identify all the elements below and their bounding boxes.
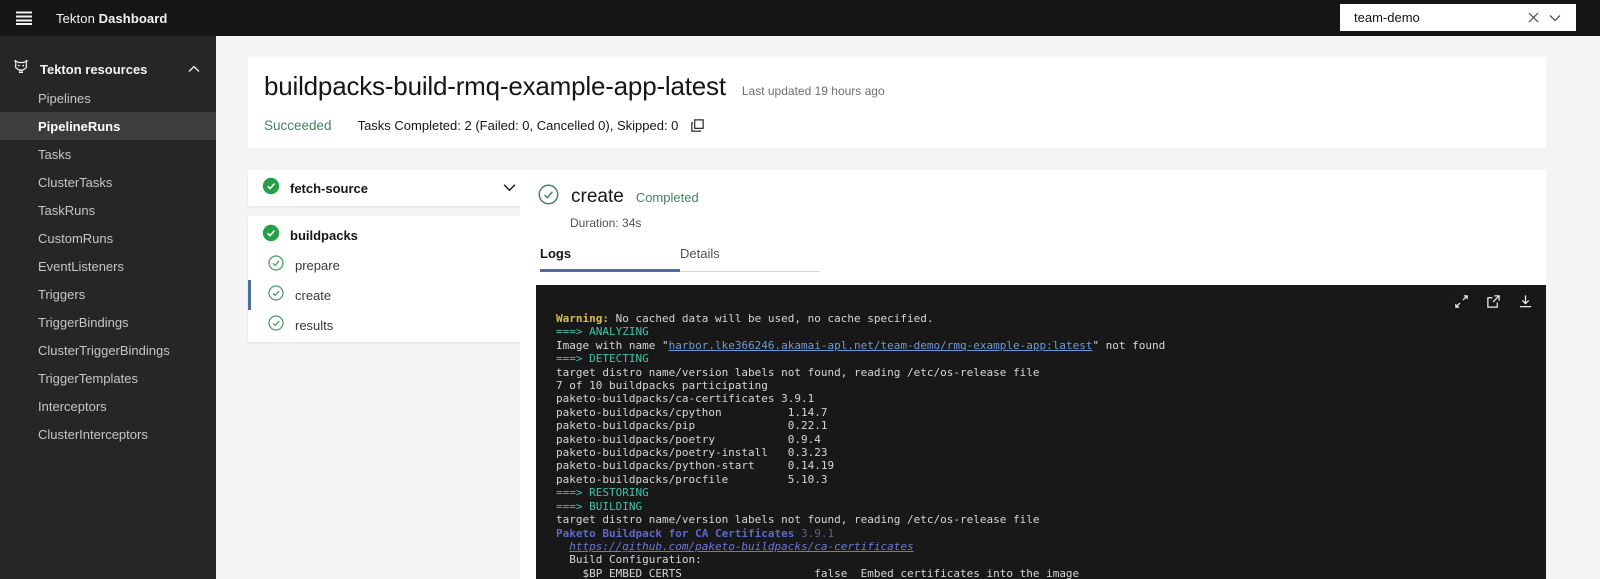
log-line: 7 of 10 buildpacks participating: [556, 379, 1546, 392]
log-line: ===> BUILDING: [556, 500, 1546, 513]
step-name: results: [295, 318, 333, 333]
log-line: Build Configuration:: [556, 553, 1546, 566]
step-row-results[interactable]: results: [248, 310, 528, 340]
download-icon[interactable]: [1516, 292, 1534, 310]
check-circle-outline-icon: [538, 184, 559, 210]
sidebar-section-tekton-resources[interactable]: Tekton resources: [0, 54, 216, 84]
menu-icon[interactable]: [0, 0, 48, 36]
log-line: Paketo Buildpack for CA Certificates 3.9…: [556, 527, 1546, 540]
log-line: paketo-buildpacks/cpython 1.14.7: [556, 406, 1546, 419]
step-title: create: [571, 186, 624, 208]
app-title-regular: Tekton: [56, 11, 95, 26]
tab-bar: LogsDetails: [540, 242, 820, 272]
pipelinerun-header: buildpacks-build-rmq-example-app-latest …: [248, 57, 1546, 148]
sidebar-section-label: Tekton resources: [40, 62, 188, 77]
chevron-down-icon[interactable]: [1544, 7, 1566, 29]
sidebar-item-clusterinterceptors[interactable]: ClusterInterceptors: [0, 420, 216, 448]
log-line: paketo-buildpacks/procfile 5.10.3: [556, 473, 1546, 486]
log-line: Warning: No cached data will be used, no…: [556, 312, 1546, 325]
step-name: prepare: [295, 258, 340, 273]
namespace-select-value[interactable]: team-demo: [1354, 10, 1522, 25]
sidebar-item-triggers[interactable]: Triggers: [0, 280, 216, 308]
task-row-buildpacks[interactable]: buildpacks: [248, 220, 528, 250]
log-output: Warning: No cached data will be used, no…: [536, 285, 1546, 579]
task-item-buildpacks: buildpacks prepare create results: [248, 216, 528, 342]
sidebar-item-clustertriggerbindings[interactable]: ClusterTriggerBindings: [0, 336, 216, 364]
step-row-prepare[interactable]: prepare: [248, 250, 528, 280]
app-title: Tekton Dashboard: [56, 11, 167, 26]
tasks-summary: Tasks Completed: 2 (Failed: 0, Cancelled…: [358, 118, 679, 133]
clear-icon[interactable]: [1522, 7, 1544, 29]
step-duration: Duration: 34s: [570, 216, 641, 230]
sidebar-item-pipelines[interactable]: Pipelines: [0, 84, 216, 112]
check-circle-filled-icon: [262, 177, 280, 200]
log-panel: Warning: No cached data will be used, no…: [536, 285, 1546, 579]
check-circle-outline-icon: [268, 285, 284, 306]
log-line: ===> ANALYZING: [556, 325, 1546, 338]
check-circle-outline-icon: [268, 315, 284, 336]
app-title-bold: Dashboard: [99, 11, 168, 26]
tekton-cat-icon: [12, 58, 30, 81]
namespace-select[interactable]: team-demo: [1340, 4, 1576, 31]
task-name: fetch-source: [290, 181, 503, 196]
tab-details[interactable]: Details: [680, 242, 820, 272]
launch-icon[interactable]: [1484, 292, 1502, 310]
log-line: paketo-buildpacks/ca-certificates 3.9.1: [556, 392, 1546, 405]
log-line: Image with name "harbor.lke366246.akamai…: [556, 339, 1546, 352]
tab-logs[interactable]: Logs: [540, 242, 680, 272]
step-row-create[interactable]: create: [248, 280, 528, 310]
page-title: buildpacks-build-rmq-example-app-latest: [264, 71, 726, 102]
sidebar-item-pipelineruns[interactable]: PipelineRuns: [0, 112, 216, 140]
check-circle-filled-icon: [262, 224, 280, 247]
log-line: $BP_EMBED_CERTS false Embed certificates…: [556, 567, 1546, 579]
log-line: ===> DETECTING: [556, 352, 1546, 365]
log-line: ===> RESTORING: [556, 486, 1546, 499]
step-details-panel: create Completed Duration: 34s LogsDetai…: [520, 170, 1546, 579]
sidebar-item-clustertasks[interactable]: ClusterTasks: [0, 168, 216, 196]
log-line: https://github.com/paketo-buildpacks/ca-…: [556, 540, 1546, 553]
log-line: target distro name/version labels not fo…: [556, 513, 1546, 526]
log-link[interactable]: https://github.com/paketo-buildpacks/ca-…: [569, 540, 913, 553]
log-line: paketo-buildpacks/python-start 0.14.19: [556, 459, 1546, 472]
status-badge: Succeeded: [264, 118, 332, 133]
sidebar-item-interceptors[interactable]: Interceptors: [0, 392, 216, 420]
maximize-icon[interactable]: [1452, 292, 1470, 310]
sidebar: Tekton resources PipelinesPipelineRunsTa…: [0, 36, 216, 579]
sidebar-item-customruns[interactable]: CustomRuns: [0, 224, 216, 252]
log-line: paketo-buildpacks/poetry 0.9.4: [556, 433, 1546, 446]
step-status-badge: Completed: [636, 190, 699, 205]
sidebar-item-tasks[interactable]: Tasks: [0, 140, 216, 168]
top-bar: Tekton Dashboard team-demo: [0, 0, 1600, 36]
sidebar-item-triggertemplates[interactable]: TriggerTemplates: [0, 364, 216, 392]
log-link[interactable]: harbor.lke366246.akamai-apl.net/team-dem…: [669, 339, 1093, 352]
sidebar-item-triggerbindings[interactable]: TriggerBindings: [0, 308, 216, 336]
task-name: buildpacks: [290, 228, 358, 243]
task-item-fetch-source[interactable]: fetch-source: [248, 170, 528, 206]
log-line: paketo-buildpacks/pip 0.22.1: [556, 419, 1546, 432]
sidebar-item-eventlisteners[interactable]: EventListeners: [0, 252, 216, 280]
copy-icon[interactable]: [690, 118, 705, 133]
chevron-up-icon[interactable]: [188, 60, 200, 78]
step-name: create: [295, 288, 331, 303]
log-line: paketo-buildpacks/poetry-install 0.3.23: [556, 446, 1546, 459]
log-line: target distro name/version labels not fo…: [556, 366, 1546, 379]
chevron-down-icon[interactable]: [503, 179, 516, 197]
sidebar-item-taskruns[interactable]: TaskRuns: [0, 196, 216, 224]
last-updated-label: Last updated 19 hours ago: [742, 84, 885, 98]
check-circle-outline-icon: [268, 255, 284, 276]
